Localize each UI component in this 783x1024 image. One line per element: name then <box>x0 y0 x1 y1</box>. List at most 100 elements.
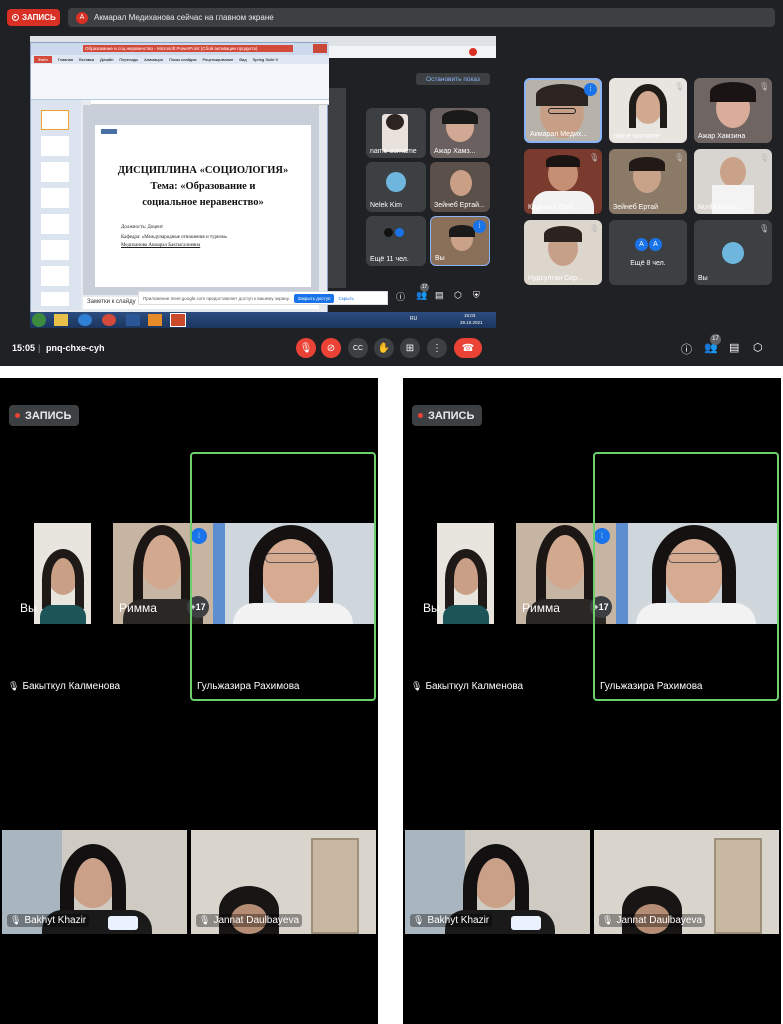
taskbar-app-icon[interactable] <box>126 314 140 326</box>
ppt-file-tab[interactable]: Файл <box>34 56 52 63</box>
inner-tile-self: Вы ⁞ <box>430 216 490 266</box>
muted-participant-name: Бакыткул Калменова <box>425 681 524 692</box>
presenting-notice: А Акмарал Медиханова сейчас на главном э… <box>68 8 775 27</box>
ppt-tab[interactable]: Показ слайдов <box>169 57 197 62</box>
participant-tile-speaking[interactable]: ⁞ Акмарал Медих... <box>524 78 602 143</box>
share-text: Приложение meet.google.com предоставляет… <box>143 295 290 301</box>
inner-tile: Ещё 11 чел. <box>366 216 426 266</box>
participant-name: Jannat Daulbayeva <box>616 915 703 926</box>
self-video-tile[interactable] <box>437 523 494 624</box>
participant-tile[interactable]: 🎙 Кадыхан Динс... <box>524 149 602 214</box>
ppt-tab[interactable]: Spring Suite 9 <box>253 57 278 62</box>
more-count: Ещё 8 чел. <box>630 260 666 267</box>
taskbar-app-icon[interactable] <box>102 314 116 326</box>
hide-share-button[interactable]: Скрыть <box>338 296 353 301</box>
speaking-icon: ⁞ <box>584 83 597 96</box>
shared-screen: Остановить показ name surname Ажар Хамз.… <box>30 36 496 328</box>
taskbar-app-icon[interactable] <box>78 314 92 326</box>
recording-indicator: ЗАПИСЬ <box>7 9 60 26</box>
self-video-tile[interactable] <box>34 523 91 624</box>
presenting-notice-text: Акмарал Медиханова сейчас на главном экр… <box>94 13 274 22</box>
raise-hand-button[interactable]: ✋ <box>374 338 394 358</box>
chat-icon[interactable]: ▤ <box>729 341 739 354</box>
tile-name: Ещё 11 чел. <box>370 256 409 263</box>
close-share-button[interactable]: Закрыть доступ <box>293 293 335 303</box>
leave-call-button[interactable]: ☎ <box>454 338 482 358</box>
ppt-tab[interactable]: Дизайн <box>100 57 113 62</box>
mic-off-icon: 🎙 <box>8 681 20 691</box>
speaking-icon: ⁞ <box>473 220 486 233</box>
inner-tile: Зейнеб Ертай... <box>430 162 490 212</box>
more-participants-tile[interactable]: A A Ещё 8 чел. <box>609 220 687 285</box>
participant-tile[interactable]: 🎙 Зейнеб Ертай <box>609 149 687 214</box>
activities-icon[interactable]: ⬡ <box>753 341 763 354</box>
inner-chat-icon[interactable]: ▤ <box>435 290 444 301</box>
muted-participant-label: 🎙 Бакыткул Калменова <box>411 681 523 692</box>
taskbar-app-icon[interactable] <box>148 314 162 326</box>
more-vert-icon: ⋮ <box>432 342 442 354</box>
taskbar-time: 15:03 <box>464 313 476 318</box>
hand-icon: ✋ <box>377 342 391 354</box>
camera-off-button[interactable]: ⊘ <box>321 338 341 358</box>
inner-tile: Ажар Хамз... <box>430 108 490 158</box>
meet-desktop-screenshot: ЗАПИСЬ А Акмарал Медиханова сейчас на гл… <box>0 0 783 366</box>
ppt-tab[interactable]: Вид <box>239 57 246 62</box>
record-icon <box>12 14 19 21</box>
inner-info-icon[interactable]: ⓘ <box>396 290 405 303</box>
participant-name-rimma: Римма <box>522 601 560 615</box>
ppt-close-button[interactable] <box>313 44 327 53</box>
mic-off-icon: 🎙 <box>602 915 614 925</box>
taskbar-app-icon[interactable] <box>54 314 68 326</box>
camera-off-icon: ⊘ <box>326 342 336 354</box>
taskbar-lang[interactable]: RU <box>410 316 417 322</box>
mic-off-icon: 🎙 <box>411 681 423 691</box>
self-avatar <box>722 242 744 264</box>
meeting-info-icon[interactable]: ⓘ <box>681 341 692 357</box>
tile-name: Вы <box>698 275 708 282</box>
participant-name: Bakhyt Khazir <box>427 915 490 926</box>
main-speaker-label: Гульжазира Рахимова <box>600 681 702 692</box>
record-dot-icon <box>15 413 20 418</box>
mobile-meet-view-left: ЗАПИСЬ Вы ⁞ Римма +17 Гульжазира Рахимов… <box>0 378 378 1024</box>
presenter-avatar: А <box>76 11 88 24</box>
ppt-tab[interactable]: Вставка <box>79 57 94 62</box>
self-label: Вы <box>423 601 440 615</box>
recording-label: ЗАПИСЬ <box>22 13 56 22</box>
ppt-tab[interactable]: Главная <box>58 57 73 62</box>
participant-count-badge: 17 <box>710 334 721 345</box>
ppt-tab[interactable]: Переходы <box>119 57 138 62</box>
inner-activities-icon[interactable]: ⬡ <box>454 290 462 301</box>
mic-off-button[interactable]: 🎙 <box>296 338 316 358</box>
taskbar-app-icon[interactable] <box>170 313 186 327</box>
tile-name: Nurila Abuze... <box>698 204 744 211</box>
participant-tile[interactable]: 🎙 name surname <box>609 78 687 143</box>
ppt-tab[interactable]: Анимация <box>144 57 163 62</box>
participant-avatar: A <box>635 238 648 251</box>
muted-icon: 🎙 <box>759 224 770 233</box>
tile-name: name surname <box>370 148 417 155</box>
participant-tile[interactable]: 🎙 Ажар Хамзина <box>694 78 772 143</box>
browser-profile-icon[interactable] <box>469 48 477 56</box>
participant-tile[interactable]: 🎙 Нурсултан Сер... <box>524 220 602 285</box>
participant-name: Bakhyt Khazir <box>24 915 87 926</box>
taskbar-date: 29.10.2021 <box>460 320 483 325</box>
mic-off-icon: 🎙 <box>299 342 313 354</box>
stop-sharing-button[interactable]: Остановить показ <box>416 73 490 85</box>
ppt-tab[interactable]: Рецензирование <box>203 57 234 62</box>
tile-name: Зейнеб Ертай... <box>434 202 485 209</box>
ppt-ribbon <box>31 64 329 100</box>
self-tile[interactable]: 🎙 Вы <box>694 220 772 285</box>
participant-tile[interactable]: 🎙 Nurila Abuze... <box>694 149 772 214</box>
recording-label: ЗАПИСЬ <box>25 409 72 422</box>
mic-off-icon: 🎙 <box>10 915 22 925</box>
participant-label: 🎙 Bakhyt Khazir <box>410 914 493 927</box>
present-button[interactable]: ⊞ <box>400 338 420 358</box>
more-options-button[interactable]: ⋮ <box>427 338 447 358</box>
participant-name-rimma: Римма <box>119 601 157 615</box>
inner-security-icon[interactable]: ⛨ <box>473 290 480 301</box>
captions-button[interactable]: CC <box>348 338 368 358</box>
tile-name: Нурсултан Сер... <box>528 275 583 282</box>
recording-indicator: ЗАПИСЬ <box>9 405 79 426</box>
start-button-icon[interactable] <box>32 313 46 327</box>
muted-icon: 🎙 <box>674 153 685 162</box>
